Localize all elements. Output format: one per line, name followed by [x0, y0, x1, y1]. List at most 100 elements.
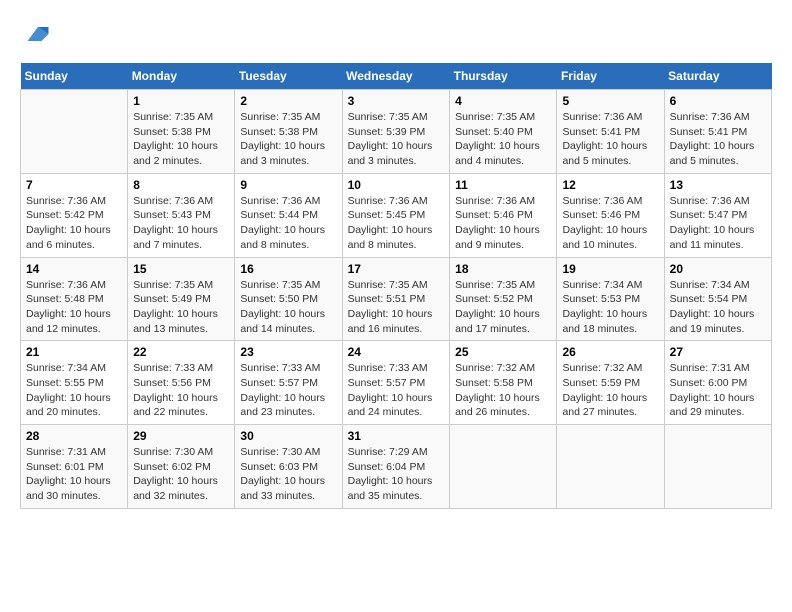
- day-number: 13: [670, 178, 766, 192]
- day-info: Sunrise: 7:34 AMSunset: 5:53 PMDaylight:…: [562, 278, 658, 337]
- day-number: 8: [133, 178, 229, 192]
- day-info: Sunrise: 7:33 AMSunset: 5:57 PMDaylight:…: [240, 361, 336, 420]
- day-number: 18: [455, 262, 551, 276]
- day-info: Sunrise: 7:35 AMSunset: 5:52 PMDaylight:…: [455, 278, 551, 337]
- calendar-header-row: SundayMondayTuesdayWednesdayThursdayFrid…: [21, 63, 772, 90]
- calendar-cell: 29 Sunrise: 7:30 AMSunset: 6:02 PMDayligh…: [128, 425, 235, 509]
- day-info: Sunrise: 7:36 AMSunset: 5:41 PMDaylight:…: [562, 110, 658, 169]
- day-number: 15: [133, 262, 229, 276]
- day-header-wednesday: Wednesday: [342, 63, 450, 90]
- calendar-cell: 1 Sunrise: 7:35 AMSunset: 5:38 PMDaylight…: [128, 90, 235, 174]
- day-info: Sunrise: 7:35 AMSunset: 5:39 PMDaylight:…: [348, 110, 445, 169]
- calendar-cell: 7Sunrise: 7:36 AMSunset: 5:42 PMDaylight…: [21, 173, 128, 257]
- calendar-cell: 23 Sunrise: 7:33 AMSunset: 5:57 PMDayligh…: [235, 341, 342, 425]
- day-info: Sunrise: 7:36 AMSunset: 5:45 PMDaylight:…: [348, 194, 445, 253]
- calendar-cell: 25 Sunrise: 7:32 AMSunset: 5:58 PMDayligh…: [450, 341, 557, 425]
- day-number: 29: [133, 429, 229, 443]
- calendar-cell: 18 Sunrise: 7:35 AMSunset: 5:52 PMDayligh…: [450, 257, 557, 341]
- day-info: Sunrise: 7:33 AMSunset: 5:57 PMDaylight:…: [348, 361, 445, 420]
- day-info: Sunrise: 7:35 AMSunset: 5:38 PMDaylight:…: [240, 110, 336, 169]
- calendar-cell: 27 Sunrise: 7:31 AMSunset: 6:00 PMDayligh…: [664, 341, 771, 425]
- day-number: 11: [455, 178, 551, 192]
- day-info: Sunrise: 7:36 AMSunset: 5:43 PMDaylight:…: [133, 194, 229, 253]
- day-header-tuesday: Tuesday: [235, 63, 342, 90]
- day-number: 9: [240, 178, 336, 192]
- calendar-cell: 8 Sunrise: 7:36 AMSunset: 5:43 PMDaylight…: [128, 173, 235, 257]
- day-number: 4: [455, 94, 551, 108]
- calendar-cell: 21 Sunrise: 7:34 AMSunset: 5:55 PMDayligh…: [21, 341, 128, 425]
- day-header-friday: Friday: [557, 63, 664, 90]
- day-info: Sunrise: 7:36 AMSunset: 5:42 PMDaylight:…: [26, 194, 122, 253]
- calendar-cell: [450, 425, 557, 509]
- day-number: 5: [562, 94, 658, 108]
- calendar-cell: 17 Sunrise: 7:35 AMSunset: 5:51 PMDayligh…: [342, 257, 450, 341]
- calendar-cell: 9 Sunrise: 7:36 AMSunset: 5:44 PMDaylight…: [235, 173, 342, 257]
- day-info: Sunrise: 7:36 AMSunset: 5:46 PMDaylight:…: [455, 194, 551, 253]
- day-info: Sunrise: 7:36 AMSunset: 5:44 PMDaylight:…: [240, 194, 336, 253]
- day-info: Sunrise: 7:35 AMSunset: 5:38 PMDaylight:…: [133, 110, 229, 169]
- calendar-cell: 28Sunrise: 7:31 AMSunset: 6:01 PMDayligh…: [21, 425, 128, 509]
- day-info: Sunrise: 7:34 AMSunset: 5:54 PMDaylight:…: [670, 278, 766, 337]
- day-number: 16: [240, 262, 336, 276]
- day-number: 3: [348, 94, 445, 108]
- day-number: 21: [26, 345, 122, 359]
- calendar-cell: 6 Sunrise: 7:36 AMSunset: 5:41 PMDaylight…: [664, 90, 771, 174]
- day-number: 26: [562, 345, 658, 359]
- calendar-cell: 2 Sunrise: 7:35 AMSunset: 5:38 PMDaylight…: [235, 90, 342, 174]
- day-info: Sunrise: 7:36 AMSunset: 5:41 PMDaylight:…: [670, 110, 766, 169]
- day-number: 25: [455, 345, 551, 359]
- day-number: 14: [26, 262, 122, 276]
- calendar-cell: 5 Sunrise: 7:36 AMSunset: 5:41 PMDaylight…: [557, 90, 664, 174]
- day-number: 27: [670, 345, 766, 359]
- calendar-cell: [21, 90, 128, 174]
- calendar-cell: 26Sunrise: 7:32 AMSunset: 5:59 PMDayligh…: [557, 341, 664, 425]
- calendar-week-1: 1 Sunrise: 7:35 AMSunset: 5:38 PMDaylight…: [21, 90, 772, 174]
- calendar-week-5: 28Sunrise: 7:31 AMSunset: 6:01 PMDayligh…: [21, 425, 772, 509]
- day-number: 10: [348, 178, 445, 192]
- day-number: 17: [348, 262, 445, 276]
- calendar-week-4: 21 Sunrise: 7:34 AMSunset: 5:55 PMDayligh…: [21, 341, 772, 425]
- calendar-table: SundayMondayTuesdayWednesdayThursdayFrid…: [20, 63, 772, 509]
- day-number: 19: [562, 262, 658, 276]
- day-number: 30: [240, 429, 336, 443]
- day-number: 12: [562, 178, 658, 192]
- day-info: Sunrise: 7:29 AMSunset: 6:04 PMDaylight:…: [348, 445, 445, 504]
- day-number: 6: [670, 94, 766, 108]
- day-number: 20: [670, 262, 766, 276]
- day-info: Sunrise: 7:35 AMSunset: 5:51 PMDaylight:…: [348, 278, 445, 337]
- calendar-cell: 20 Sunrise: 7:34 AMSunset: 5:54 PMDayligh…: [664, 257, 771, 341]
- day-info: Sunrise: 7:30 AMSunset: 6:03 PMDaylight:…: [240, 445, 336, 504]
- calendar-cell: [664, 425, 771, 509]
- logo-icon: [24, 20, 52, 48]
- calendar-cell: 15Sunrise: 7:35 AMSunset: 5:49 PMDayligh…: [128, 257, 235, 341]
- day-info: Sunrise: 7:30 AMSunset: 6:02 PMDaylight:…: [133, 445, 229, 504]
- day-info: Sunrise: 7:32 AMSunset: 5:58 PMDaylight:…: [455, 361, 551, 420]
- day-number: 28: [26, 429, 122, 443]
- day-number: 24: [348, 345, 445, 359]
- day-info: Sunrise: 7:34 AMSunset: 5:55 PMDaylight:…: [26, 361, 122, 420]
- calendar-cell: 14Sunrise: 7:36 AMSunset: 5:48 PMDayligh…: [21, 257, 128, 341]
- calendar-cell: 10 Sunrise: 7:36 AMSunset: 5:45 PMDayligh…: [342, 173, 450, 257]
- calendar-cell: 4 Sunrise: 7:35 AMSunset: 5:40 PMDaylight…: [450, 90, 557, 174]
- calendar-cell: 22 Sunrise: 7:33 AMSunset: 5:56 PMDayligh…: [128, 341, 235, 425]
- calendar-week-3: 14Sunrise: 7:36 AMSunset: 5:48 PMDayligh…: [21, 257, 772, 341]
- day-header-monday: Monday: [128, 63, 235, 90]
- day-header-saturday: Saturday: [664, 63, 771, 90]
- day-info: Sunrise: 7:36 AMSunset: 5:47 PMDaylight:…: [670, 194, 766, 253]
- day-info: Sunrise: 7:35 AMSunset: 5:40 PMDaylight:…: [455, 110, 551, 169]
- day-number: 1: [133, 94, 229, 108]
- calendar-week-2: 7Sunrise: 7:36 AMSunset: 5:42 PMDaylight…: [21, 173, 772, 257]
- day-number: 2: [240, 94, 336, 108]
- logo: [20, 20, 52, 53]
- day-info: Sunrise: 7:31 AMSunset: 6:00 PMDaylight:…: [670, 361, 766, 420]
- day-number: 22: [133, 345, 229, 359]
- calendar-cell: 12Sunrise: 7:36 AMSunset: 5:46 PMDayligh…: [557, 173, 664, 257]
- calendar-cell: 11 Sunrise: 7:36 AMSunset: 5:46 PMDayligh…: [450, 173, 557, 257]
- day-info: Sunrise: 7:33 AMSunset: 5:56 PMDaylight:…: [133, 361, 229, 420]
- day-number: 23: [240, 345, 336, 359]
- day-header-sunday: Sunday: [21, 63, 128, 90]
- calendar-cell: 16Sunrise: 7:35 AMSunset: 5:50 PMDayligh…: [235, 257, 342, 341]
- day-header-thursday: Thursday: [450, 63, 557, 90]
- calendar-cell: 24 Sunrise: 7:33 AMSunset: 5:57 PMDayligh…: [342, 341, 450, 425]
- day-number: 31: [348, 429, 445, 443]
